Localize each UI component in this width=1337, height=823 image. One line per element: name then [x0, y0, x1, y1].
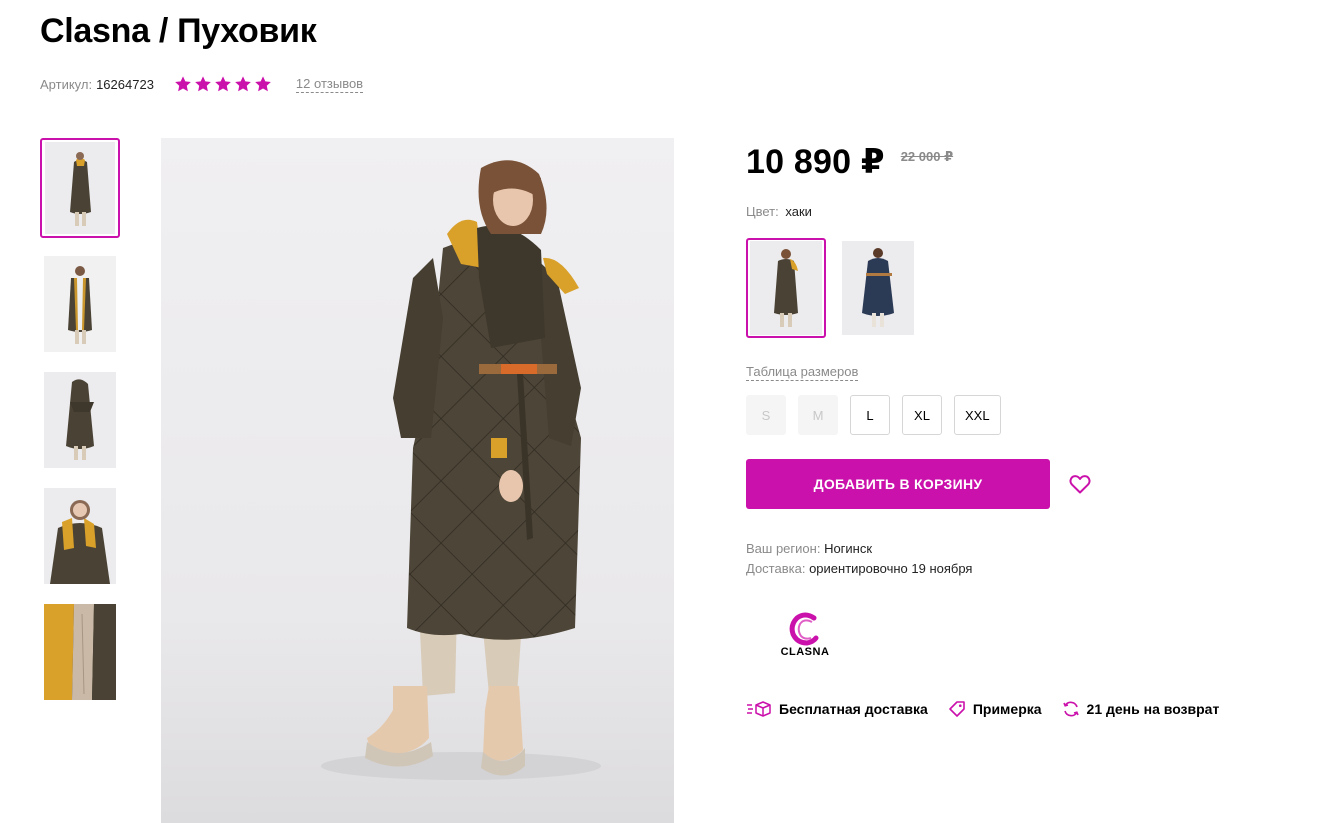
brand-name: CLASNA [780, 646, 830, 658]
thumbnail-image [44, 372, 116, 468]
thumbnail-1[interactable] [40, 138, 120, 238]
size-option-m[interactable]: M [798, 395, 838, 435]
thumbnail-image [45, 142, 115, 234]
color-value: хаки [785, 204, 812, 219]
size-option-l[interactable]: L [850, 395, 890, 435]
feature-return[interactable]: 21 день на возврат [1062, 700, 1220, 718]
feature-free-delivery[interactable]: Бесплатная доставка [746, 700, 928, 718]
color-options [746, 238, 930, 338]
region-label: Ваш регион: [746, 541, 821, 556]
thumbnail-2[interactable] [40, 254, 120, 354]
size-selector: S M L XL XXL [746, 395, 1013, 435]
size-table-link[interactable]: Таблица размеров [746, 364, 859, 381]
thumbnail-gallery [40, 138, 122, 718]
price-block: 10 890 ₽ 22 000 ₽ [746, 142, 953, 182]
delivery-box-icon [747, 701, 771, 717]
clasna-logo-icon [789, 612, 819, 646]
region-row: Ваш регион: Ногинск [746, 539, 972, 559]
star-icon [255, 76, 271, 92]
delivery-date: ориентировочно 19 ноября [809, 561, 973, 576]
star-icon [215, 76, 231, 92]
product-title: Clasna / Пуховик [40, 12, 317, 50]
size-option-xl[interactable]: XL [902, 395, 942, 435]
feature-label: Бесплатная доставка [779, 701, 928, 717]
color-swatch-image [842, 241, 914, 335]
color-label-row: Цвет: хаки [746, 204, 812, 219]
product-meta: Артикул: 16264723 12 отзывов [40, 74, 364, 94]
features-row: Бесплатная доставка Примерка 21 день на … [746, 700, 1239, 718]
thumbnail-4[interactable] [40, 486, 120, 586]
thumbnail-5[interactable] [40, 602, 120, 702]
old-price: 22 000 ₽ [900, 149, 954, 164]
main-product-image[interactable] [161, 138, 674, 823]
thumbnail-image [44, 256, 116, 352]
reviews-link[interactable]: 12 отзывов [295, 76, 364, 93]
tag-icon [949, 701, 965, 717]
color-swatch-image [750, 241, 822, 335]
star-icon [195, 76, 211, 92]
sku-value: 16264723 [96, 76, 154, 92]
star-icon [235, 76, 251, 92]
feature-fitting[interactable]: Примерка [948, 700, 1042, 718]
thumbnail-3[interactable] [40, 370, 120, 470]
feature-label: 21 день на возврат [1086, 701, 1220, 717]
delivery-row: Доставка: ориентировочно 19 ноября [746, 559, 972, 579]
brand-logo[interactable]: CLASNA [766, 612, 844, 664]
feature-label: Примерка [972, 701, 1042, 717]
star-icon [175, 76, 191, 92]
color-option-khaki[interactable] [746, 238, 826, 338]
current-price: 10 890 ₽ [746, 143, 885, 181]
rating-stars [174, 75, 272, 93]
sku-label: Артикул: [40, 76, 93, 92]
add-to-cart-button[interactable]: ДОБАВИТЬ В КОРЗИНУ [746, 459, 1050, 509]
size-option-xxl[interactable]: XXL [954, 395, 1001, 435]
refresh-icon [1062, 701, 1079, 717]
size-option-s[interactable]: S [746, 395, 786, 435]
color-label: Цвет: [746, 204, 779, 219]
thumbnail-image [44, 604, 116, 700]
region-value[interactable]: Ногинск [824, 541, 872, 556]
heart-icon[interactable] [1068, 472, 1092, 496]
color-option-navy[interactable] [838, 238, 918, 338]
delivery-info: Ваш регион: Ногинск Доставка: ориентиров… [746, 539, 972, 579]
thumbnail-image [44, 488, 116, 584]
delivery-label: Доставка: [746, 561, 806, 576]
